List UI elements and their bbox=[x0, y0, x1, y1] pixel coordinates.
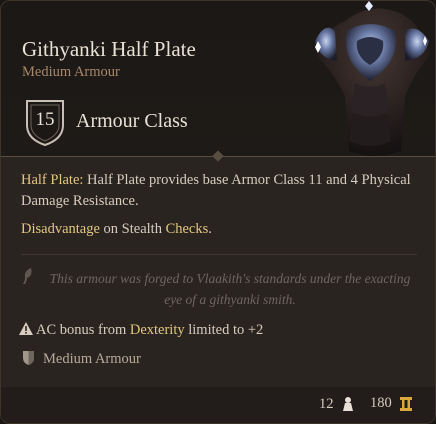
stealth-disadvantage: Disadvantage on Stealth Checks. bbox=[21, 221, 212, 238]
armour-class-label: Armour Class bbox=[76, 110, 188, 132]
stealth-word: Stealth bbox=[121, 221, 162, 237]
armour-class-value: 15 bbox=[35, 109, 55, 130]
period: . bbox=[208, 221, 212, 237]
item-weight: 12 bbox=[319, 396, 334, 412]
proficiency-label: Medium Armour bbox=[43, 351, 141, 367]
item-type: Medium Armour bbox=[22, 64, 120, 80]
description-term: Half Plate: bbox=[21, 172, 84, 188]
body-divider bbox=[21, 254, 417, 255]
item-tooltip: Githyanki Half Plate Medium Armour 15 Ar… bbox=[0, 0, 436, 424]
weight-icon bbox=[343, 397, 353, 411]
dexterity-keyword: Dexterity bbox=[129, 322, 185, 338]
item-description: Half Plate: Half Plate provides base Arm… bbox=[21, 170, 416, 212]
warning-triangle-icon bbox=[19, 322, 33, 335]
item-price: 180 bbox=[370, 395, 392, 411]
armour-proficiency: Medium Armour bbox=[23, 351, 141, 368]
checks-keyword: Checks bbox=[165, 221, 209, 237]
item-name: Githyanki Half Plate bbox=[22, 37, 196, 61]
disadvantage-keyword: Disadvantage bbox=[21, 221, 100, 237]
item-lore: This armour was forged to Vlaakith's sta… bbox=[49, 271, 411, 307]
header-divider bbox=[1, 150, 435, 162]
armor-image bbox=[315, 1, 430, 156]
quill-icon bbox=[23, 268, 32, 284]
gold-coin-icon bbox=[400, 397, 412, 411]
warning-text-post: limited to +2 bbox=[184, 322, 264, 338]
dexterity-warning: AC bonus from Dexterity limited to +2 bbox=[19, 322, 263, 339]
disadvantage-on: on bbox=[99, 221, 122, 237]
warning-text-pre: AC bonus from bbox=[36, 322, 130, 338]
medium-armour-shield-icon bbox=[23, 351, 34, 365]
